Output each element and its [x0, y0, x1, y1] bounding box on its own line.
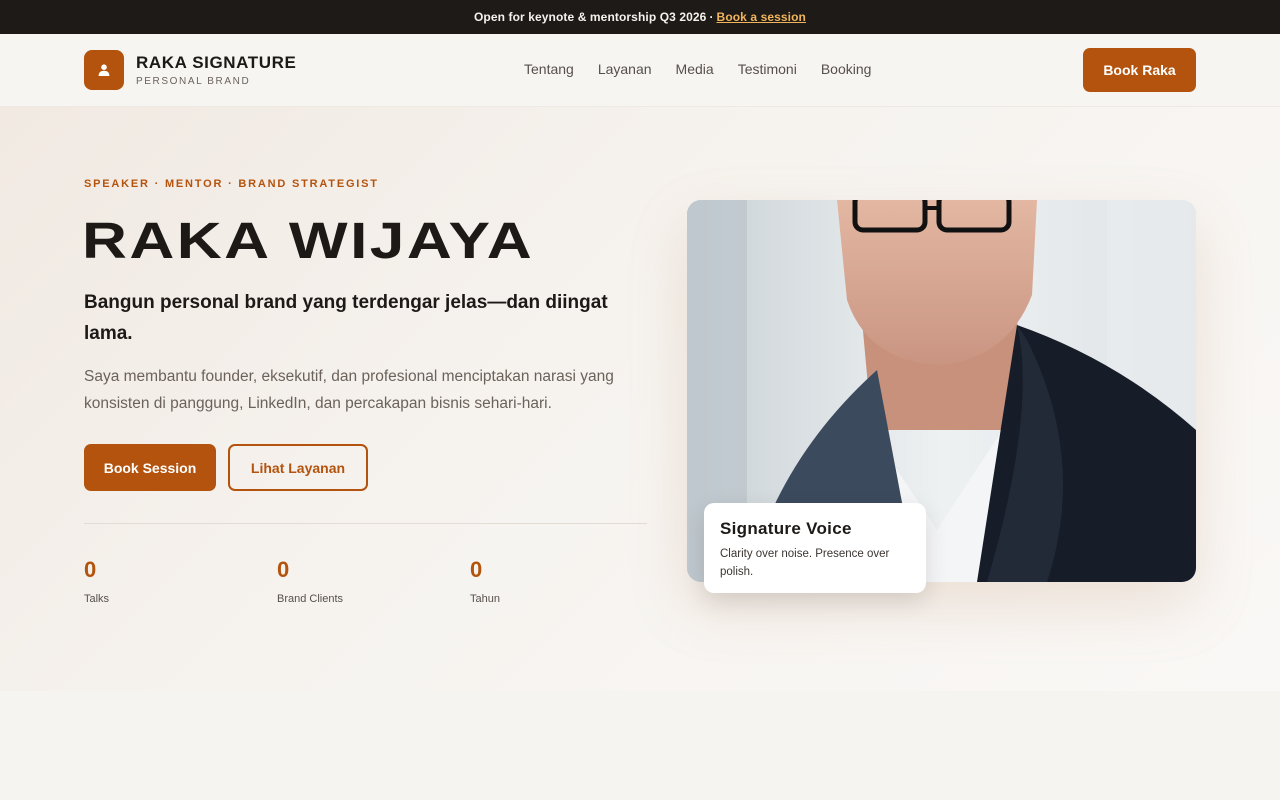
- nav-item-layanan[interactable]: Layanan: [598, 61, 652, 77]
- signature-card-text: Clarity over noise. Presence over polish…: [720, 548, 890, 578]
- main-nav: Tentang Layanan Media Testimoni Booking: [524, 61, 871, 77]
- book-session-button[interactable]: Book Session: [84, 444, 216, 491]
- brand-name[interactable]: RAKA SIGNATURE: [136, 53, 296, 73]
- stat-value: 0: [84, 557, 97, 582]
- announcement-text: Open for keynote & mentorship Q3 2026: [474, 10, 707, 24]
- lihat-layanan-button[interactable]: Lihat Layanan: [228, 444, 368, 491]
- hero-title: RAKA WIJAYA: [82, 212, 535, 269]
- announcement-separator: ·: [709, 10, 714, 24]
- nav-item-media[interactable]: Media: [676, 61, 714, 77]
- nav-item-tentang[interactable]: Tentang: [524, 61, 574, 77]
- next-section: [0, 691, 1280, 800]
- stat-value: 0: [470, 557, 483, 582]
- signature-card-title: Signature Voice: [720, 519, 852, 538]
- stat-label: Tahun: [470, 593, 500, 605]
- hero-description: Saya membantu founder, eksekutif, dan pr…: [84, 368, 614, 412]
- signature-voice-card: Signature Voice Clarity over noise. Pres…: [704, 503, 926, 593]
- book-a-session-link[interactable]: Book a session: [717, 10, 806, 24]
- hero-tagline: Bangun personal brand yang terdengar jel…: [84, 292, 608, 344]
- stat-talks: 0 Talks: [84, 557, 109, 605]
- stat-value: 0: [277, 557, 290, 582]
- stat-brand-clients: 0 Brand Clients: [277, 557, 343, 605]
- brand-subtitle: PERSONAL BRAND: [136, 76, 251, 87]
- hero-section: SPEAKER · MENTOR · BRAND STRATEGIST RAKA…: [0, 107, 1280, 691]
- stat-label: Brand Clients: [277, 593, 344, 605]
- hero-eyebrow: SPEAKER · MENTOR · BRAND STRATEGIST: [84, 178, 379, 190]
- announcement-bar: Open for keynote & mentorship Q3 2026 · …: [0, 0, 1280, 34]
- site-header: RAKA SIGNATURE PERSONAL BRAND Tentang La…: [0, 34, 1280, 107]
- hero-divider: [84, 523, 647, 524]
- user-icon[interactable]: [84, 50, 124, 90]
- book-raka-button[interactable]: Book Raka: [1083, 48, 1196, 92]
- stat-tahun: 0 Tahun: [470, 557, 500, 605]
- stat-label: Talks: [84, 593, 110, 605]
- nav-item-booking[interactable]: Booking: [821, 61, 872, 77]
- nav-item-testimoni[interactable]: Testimoni: [738, 61, 797, 77]
